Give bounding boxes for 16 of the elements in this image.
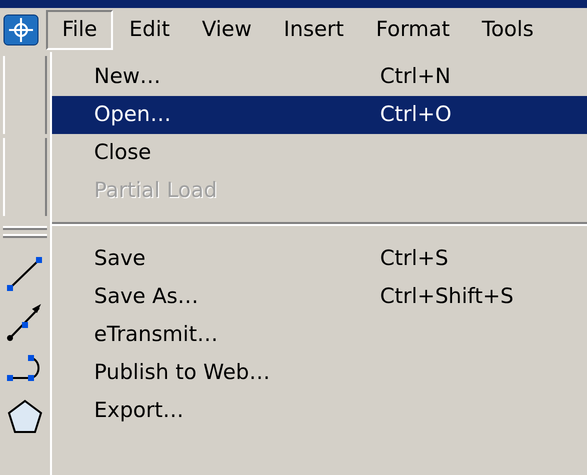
- menu-item[interactable]: New… Ctrl+N: [52, 58, 587, 96]
- menu-item[interactable]: Save As… Ctrl+Shift+S: [52, 278, 587, 316]
- menu-bar-item[interactable]: Tools: [466, 10, 550, 50]
- menu-item[interactable]: Export…: [52, 392, 587, 430]
- menu-item[interactable]: Close: [52, 134, 587, 172]
- menu-bar-item[interactable]: Insert: [268, 10, 360, 50]
- line-icon[interactable]: [5, 254, 45, 294]
- menu-item[interactable]: Publish to Web…: [52, 354, 587, 392]
- menu-item[interactable]: Save Ctrl+S: [52, 240, 587, 278]
- menu-bar-item[interactable]: File: [46, 10, 114, 50]
- menu-bar-item[interactable]: View: [186, 10, 268, 50]
- menu-item[interactable]: eTransmit…: [52, 316, 587, 354]
- menu-bar-item[interactable]: Format: [360, 10, 466, 50]
- menu-bar-item[interactable]: Edit: [113, 10, 186, 50]
- pentagon-icon[interactable]: [5, 398, 45, 436]
- menu-item[interactable]: Open… Ctrl+O: [52, 96, 587, 134]
